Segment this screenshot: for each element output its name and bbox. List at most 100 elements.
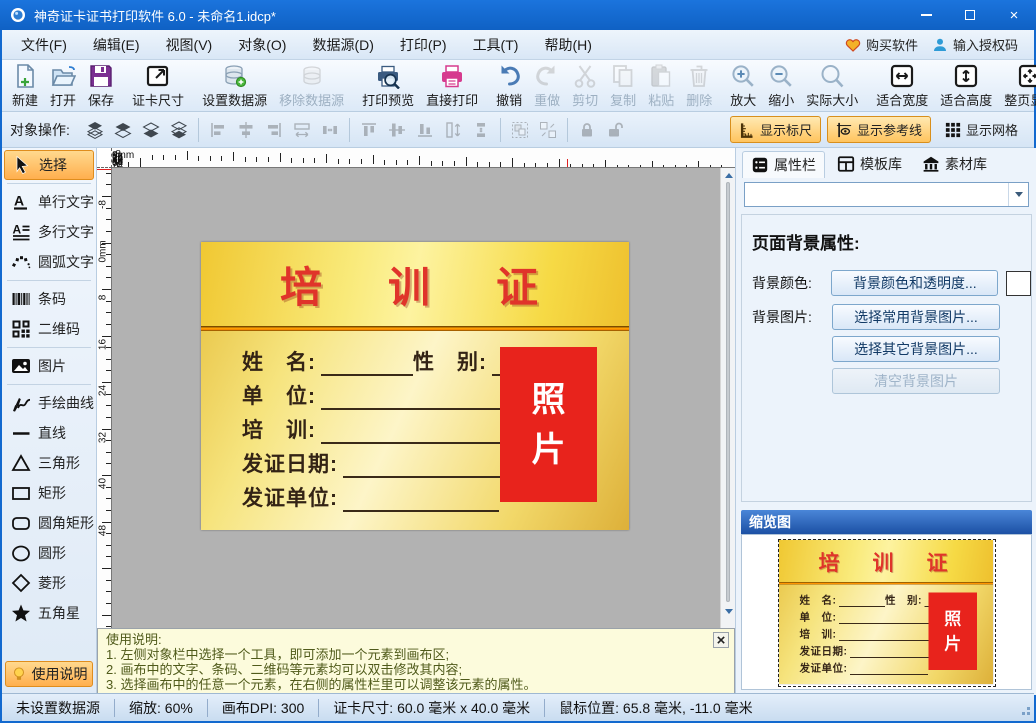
direct-print-button[interactable]: 直接打印 <box>420 61 484 111</box>
show-grid-toggle[interactable]: 显示网格 <box>937 117 1026 142</box>
open-file-button[interactable]: 打开 <box>44 61 82 111</box>
close-button[interactable]: × <box>992 0 1036 30</box>
tool-freehand-curve[interactable]: 手绘曲线 <box>4 388 94 418</box>
tool-barcode[interactable]: 条码 <box>4 284 94 314</box>
tool-triangle[interactable]: 三角形 <box>4 448 94 478</box>
undo-button[interactable]: 撤销 <box>490 61 528 111</box>
fit-page-button[interactable]: 整页显示 <box>998 61 1036 111</box>
photo-char: 片 <box>532 433 566 467</box>
minimize-button[interactable] <box>904 0 948 30</box>
toolbar-button-label: 移除数据源 <box>279 90 344 109</box>
card: 培 训 证姓 名:性 别:单 位:培 训:发证日期:发证单位:照片 <box>779 540 993 684</box>
tab-properties[interactable]: 属性栏 <box>742 151 825 178</box>
tab-templates[interactable]: 模板库 <box>829 151 910 177</box>
maximize-button[interactable] <box>948 0 992 30</box>
card-body: 姓 名:性 别:单 位:培 训:发证日期:发证单位:照片 <box>779 585 993 676</box>
menu-datasource[interactable]: 数据源(D) <box>299 31 386 59</box>
tool-image[interactable]: 图片 <box>4 351 94 381</box>
tool-circle[interactable]: 圆形 <box>4 538 94 568</box>
card-field-label: 性 别: <box>413 350 487 376</box>
close-icon[interactable]: × <box>713 632 729 648</box>
save-button[interactable]: 保存 <box>82 61 120 111</box>
enter-license-button[interactable]: 输入授权码 <box>932 35 1018 54</box>
toolbar-button-label: 打印预览 <box>362 90 414 109</box>
vertical-scrollbar[interactable] <box>720 168 735 628</box>
card-title: 培 训 证 <box>818 546 953 577</box>
library-icon <box>922 155 940 173</box>
layer-backward-button[interactable] <box>140 119 162 141</box>
round-rect-icon <box>11 513 31 533</box>
menu-help[interactable]: 帮助(H) <box>531 31 604 59</box>
bg-color-swatch[interactable] <box>1006 271 1031 296</box>
tool-star[interactable]: 五角星 <box>4 598 94 628</box>
bg-image-label: 背景图片: <box>752 307 832 327</box>
tool-multi-line-text[interactable]: A多行文字 <box>4 217 94 247</box>
buy-software-button[interactable]: 购买软件 <box>845 35 918 54</box>
print-preview-button[interactable]: 打印预览 <box>356 61 420 111</box>
title-bar: 神奇证卡证书打印软件 6.0 - 未命名1.idcp* × <box>0 0 1036 30</box>
show-ruler-toggle[interactable]: 显示标尺 <box>730 116 821 143</box>
card-thumbnail[interactable]: 培 训 证姓 名:性 别:单 位:培 训:发证日期:发证单位:照片 <box>779 540 995 686</box>
layer-forward-button[interactable] <box>112 119 134 141</box>
layer-front-button[interactable] <box>84 119 106 141</box>
copy-icon <box>610 63 636 89</box>
scroll-up-arrow-icon[interactable] <box>721 168 735 182</box>
tab-materials[interactable]: 素材库 <box>914 151 995 177</box>
tool-group-separator <box>7 280 91 281</box>
menu-object[interactable]: 对象(O) <box>225 31 299 59</box>
toolbar-button-label: 删除 <box>686 90 712 109</box>
tool-select[interactable]: 选择 <box>4 150 94 180</box>
tool-qrcode[interactable]: 二维码 <box>4 314 94 344</box>
tool-arc-text[interactable]: 圆弧文字 <box>4 247 94 277</box>
element-selector-dropdown[interactable] <box>744 182 1029 207</box>
actual-size-button[interactable]: 实际大小 <box>800 61 864 111</box>
show-ruler-label: 显示标尺 <box>760 120 812 139</box>
menu-print[interactable]: 打印(P) <box>387 31 460 59</box>
status-item: 画布DPI: 300 <box>208 698 318 718</box>
template-icon <box>837 155 855 173</box>
card-field-label: 发证日期: <box>242 452 338 478</box>
single-text-icon: A <box>11 192 31 212</box>
fit-height-icon <box>953 63 979 89</box>
design-canvas[interactable]: 培 训 证姓 名:性 别:单 位:培 训:发证日期:发证单位:照片 <box>112 168 735 628</box>
usage-instructions-panel: 使用说明: 1. 左侧对象栏中选择一个工具，即可添加一个元素到画布区;2. 画布… <box>97 628 735 695</box>
chevron-down-icon[interactable] <box>1008 183 1028 206</box>
zoom-out-button[interactable]: 缩小 <box>762 61 800 111</box>
instruction-line: 2. 画布中的文字、条码、二维码等元素均可以双击修改其内容; <box>106 662 726 677</box>
tool-rounded-rectangle[interactable]: 圆角矩形 <box>4 508 94 538</box>
photo-box: 照片 <box>500 347 597 502</box>
help-button[interactable]: 使用说明 <box>5 661 93 687</box>
zoom-in-button[interactable]: 放大 <box>724 61 762 111</box>
bg-image-button-0[interactable]: 选择常用背景图片... <box>832 304 1000 330</box>
tool-diamond[interactable]: 菱形 <box>4 568 94 598</box>
card-size-button[interactable]: 证卡尺寸 <box>126 61 190 111</box>
menu-edit[interactable]: 编辑(E) <box>80 31 153 59</box>
menu-view[interactable]: 视图(V) <box>153 31 226 59</box>
bg-color-button[interactable]: 背景颜色和透明度... <box>831 270 998 296</box>
fit-width-button[interactable]: 适合宽度 <box>870 61 934 111</box>
bg-image-button-1[interactable]: 选择其它背景图片... <box>832 336 1000 362</box>
menu-file[interactable]: 文件(F) <box>8 31 80 59</box>
tool-line[interactable]: 直线 <box>4 418 94 448</box>
scroll-down-arrow-icon[interactable] <box>721 604 735 618</box>
scrollbar-thumb[interactable] <box>726 182 730 602</box>
tool-rectangle[interactable]: 矩形 <box>4 478 94 508</box>
tool-label: 圆弧文字 <box>38 252 94 272</box>
resize-grip-icon[interactable] <box>1016 701 1030 715</box>
horizontal-ruler: -80mm81624324048566472 <box>112 148 735 168</box>
card-field-label: 性 别: <box>885 594 922 607</box>
same-width-button <box>291 119 313 141</box>
layer-back-button[interactable] <box>168 119 190 141</box>
show-grid-label: 显示网格 <box>966 120 1018 139</box>
new-file-button[interactable]: 新建 <box>6 61 44 111</box>
card-design[interactable]: 培 训 证姓 名:性 别:单 位:培 训:发证日期:发证单位:照片 <box>201 242 629 530</box>
fit-height-button[interactable]: 适合高度 <box>934 61 998 111</box>
tool-panel: 选择 A单行文字A多行文字圆弧文字条码二维码图片手绘曲线直线三角形矩形圆角矩形圆形… <box>2 148 97 695</box>
tool-single-line-text[interactable]: A单行文字 <box>4 187 94 217</box>
set-datasource-button[interactable]: 设置数据源 <box>196 61 273 111</box>
menu-tools[interactable]: 工具(T) <box>460 31 532 59</box>
toolbar-separator <box>567 118 568 142</box>
show-guides-toggle[interactable]: 显示参考线 <box>827 116 931 143</box>
toolbar-separator <box>500 118 501 142</box>
vertical-ruler: -80mm81624324048 <box>97 168 112 628</box>
